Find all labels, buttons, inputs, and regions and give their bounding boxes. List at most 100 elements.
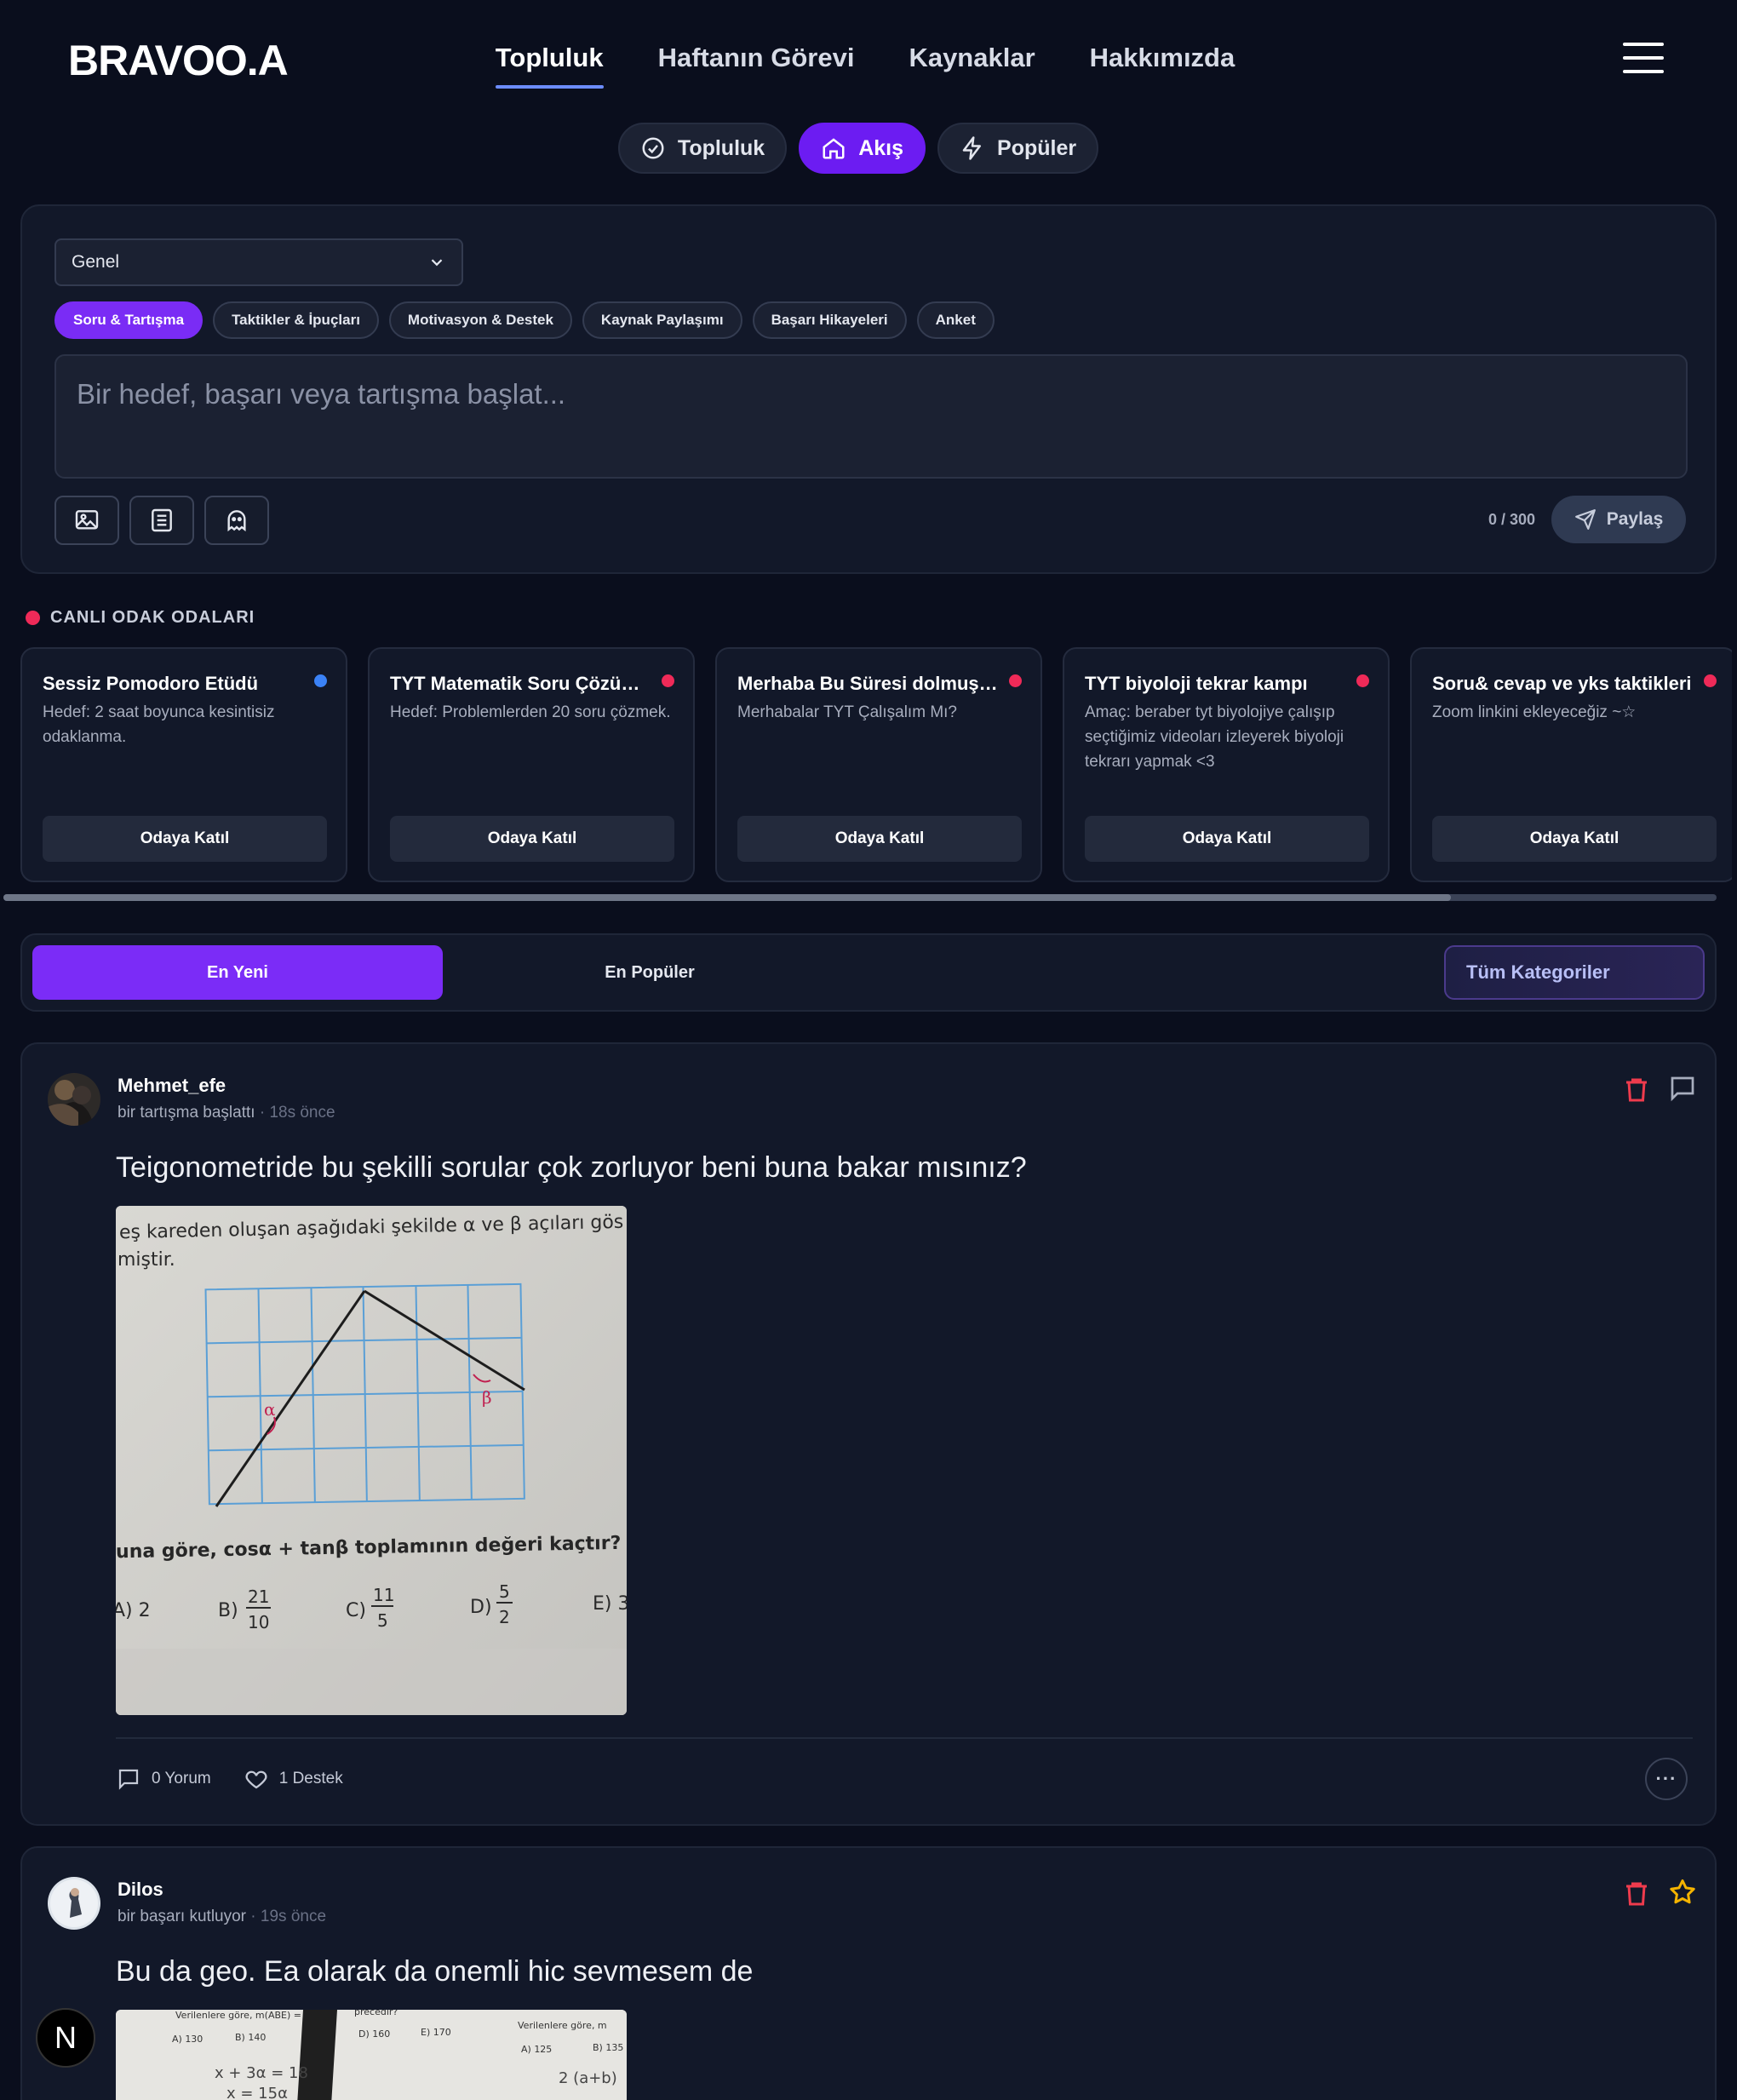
more-options-button[interactable]: ··· (1645, 1758, 1688, 1800)
list-icon (152, 508, 172, 532)
composer-tools (54, 496, 269, 545)
pill-akis[interactable]: Akış (799, 123, 926, 174)
option-d-denominator: 2 (499, 1607, 510, 1627)
nav-kaynaklar[interactable]: Kaynaklar (909, 43, 1035, 89)
comments-button[interactable]: 0 Yorum (116, 1766, 211, 1792)
join-room-button[interactable]: Odaya Katıl (1432, 816, 1717, 862)
chip-kaynak[interactable]: Kaynak Paylaşımı (582, 301, 742, 339)
chip-motivasyon[interactable]: Motivasyon & Destek (388, 301, 572, 339)
image-text: E) 170 (421, 2027, 451, 2038)
post-meta: bir tartışma başlattı · 18s önce (118, 1104, 335, 1122)
option-d: D) (470, 1597, 492, 1618)
chip-soru-tartisma[interactable]: Soru & Tartışma (54, 301, 204, 339)
room-status-dot (314, 674, 327, 687)
share-button[interactable]: Paylaş (1551, 496, 1686, 543)
join-room-button[interactable]: Odaya Katıl (390, 816, 674, 862)
post-stats: 0 Yorum 1 Destek (116, 1766, 343, 1792)
post-textarea[interactable]: Bir hedef, başarı veya tartışma başlat..… (54, 354, 1688, 479)
feed-post: Mehmet_efe bir tartışma başlattı · 18s ö… (20, 1042, 1717, 1826)
comment-icon[interactable] (1667, 1073, 1698, 1104)
room-status-dot (1704, 674, 1717, 687)
post-action: bir başarı kutluyor (118, 1908, 247, 1925)
option-e: E) 3 (593, 1593, 627, 1615)
nav-topluluk[interactable]: Topluluk (495, 43, 604, 89)
room-desc: Zoom linkini ekleyeceğiz ~☆ (1432, 703, 1637, 721)
char-counter: 0 / 300 (1488, 511, 1536, 528)
star-icon[interactable] (1667, 1877, 1698, 1908)
room-desc: Hedef: Problemlerden 20 soru çözmek. (390, 703, 671, 721)
join-room-button[interactable]: Odaya Katıl (737, 816, 1022, 862)
image-text: A) 125 (521, 2044, 552, 2055)
post-text: Teigonometride bu şekilli sorular çok zo… (116, 1151, 1027, 1184)
trash-icon[interactable] (1621, 1879, 1652, 1909)
category-select[interactable]: Genel (54, 238, 463, 286)
rooms-scrollbar-thumb[interactable] (3, 894, 1451, 901)
post-author[interactable]: Dilos (118, 1879, 163, 1901)
main-nav: Topluluk Haftanın Görevi Kaynaklar Hakkı… (0, 43, 1737, 89)
trash-icon[interactable] (1621, 1075, 1652, 1105)
room-card: Sessiz Pomodoro Etüdü Hedef: 2 saat boyu… (20, 647, 347, 882)
post-time: · 19s önce (250, 1908, 327, 1925)
image-icon (75, 510, 99, 530)
nav-hakkimizda[interactable]: Hakkımızda (1090, 43, 1235, 89)
post-author[interactable]: Mehmet_efe (118, 1075, 226, 1097)
comments-count: 0 Yorum (152, 1770, 211, 1787)
live-rooms-header: CANLI ODAK ODALARI (26, 608, 255, 628)
live-rooms-carousel[interactable]: Sessiz Pomodoro Etüdü Hedef: 2 saat boyu… (20, 647, 1732, 882)
option-b-denominator: 10 (248, 1612, 269, 1632)
post-composer: Genel Soru & Tartışma Taktikler & İpuçla… (20, 204, 1717, 574)
room-card: TYT biyoloji tekrar kampı Amaç: beraber … (1063, 647, 1390, 882)
home-icon (823, 138, 845, 159)
anonymous-button[interactable] (204, 496, 269, 545)
room-status-dot (1009, 674, 1022, 687)
ghost-icon (227, 510, 246, 532)
pill-topluluk-label: Topluluk (677, 135, 765, 160)
sort-popular-tab[interactable]: En Popüler (444, 945, 855, 1000)
room-card: Merhaba Bu Süresi dolmuş oda Merhabalar … (715, 647, 1042, 882)
chip-taktikler[interactable]: Taktikler & İpuçları (213, 301, 379, 339)
chip-anket[interactable]: Anket (916, 301, 995, 339)
post-meta: bir başarı kutluyor · 19s önce (118, 1908, 326, 1926)
chip-basari[interactable]: Başarı Hikayeleri (752, 301, 907, 339)
hamburger-icon[interactable] (1623, 43, 1664, 77)
option-c-numerator: 11 (373, 1585, 394, 1605)
image-text: Verilenlere göre, m (518, 2020, 607, 2031)
support-button[interactable]: 1 Destek (244, 1766, 343, 1792)
option-b: B) (218, 1600, 238, 1621)
lightning-icon (962, 136, 982, 160)
pill-populer[interactable]: Popüler (937, 123, 1099, 174)
pill-populer-label: Popüler (997, 135, 1077, 160)
room-status-dot (662, 674, 674, 687)
nav-haftanin-gorevi[interactable]: Haftanın Görevi (658, 43, 855, 89)
all-categories-dropdown[interactable]: Tüm Kategoriler (1444, 945, 1705, 1000)
sort-newest-tab[interactable]: En Yeni (32, 945, 443, 1000)
avatar[interactable] (48, 1877, 100, 1930)
room-desc: Hedef: 2 saat boyunca kesintisiz odaklan… (43, 703, 275, 746)
beta-label: β (482, 1387, 492, 1408)
post-image[interactable]: Verilenlere göre, m(ABE) = precedir? A) … (116, 2010, 627, 2100)
comment-icon (118, 1769, 139, 1790)
feed-switcher: Topluluk Akış Popüler (0, 123, 1737, 174)
share-label: Paylaş (1606, 509, 1664, 529)
live-rooms-title: CANLI ODAK ODALARI (50, 608, 255, 627)
image-text: D) 160 (358, 2028, 390, 2040)
image-text: precedir? (354, 2010, 398, 2017)
room-title: TYT Matematik Soru Çözüm Kampı (390, 673, 654, 694)
add-image-button[interactable] (54, 496, 119, 545)
join-room-button[interactable]: Odaya Katıl (43, 816, 327, 862)
join-room-button[interactable]: Odaya Katıl (1085, 816, 1369, 862)
avatar[interactable] (48, 1073, 100, 1126)
add-list-button[interactable] (129, 496, 194, 545)
image-text: x = 15α (226, 2085, 288, 2100)
floating-n-badge[interactable]: N (36, 2008, 95, 2068)
post-image[interactable]: eş kareden oluşan aşağıdaki şekilde α ve… (116, 1206, 627, 1715)
post-divider (116, 1737, 1693, 1739)
room-desc: Merhabalar TYT Çalışalım Mı? (737, 703, 957, 721)
image-text: B) 140 (235, 2032, 266, 2043)
option-b-numerator: 21 (248, 1586, 269, 1607)
live-indicator (26, 611, 40, 625)
pill-topluluk[interactable]: Topluluk (617, 123, 788, 174)
sort-bar: En Yeni En Popüler Tüm Kategoriler (20, 933, 1717, 1012)
support-count: 1 Destek (278, 1770, 343, 1787)
option-d-numerator: 5 (499, 1581, 510, 1602)
